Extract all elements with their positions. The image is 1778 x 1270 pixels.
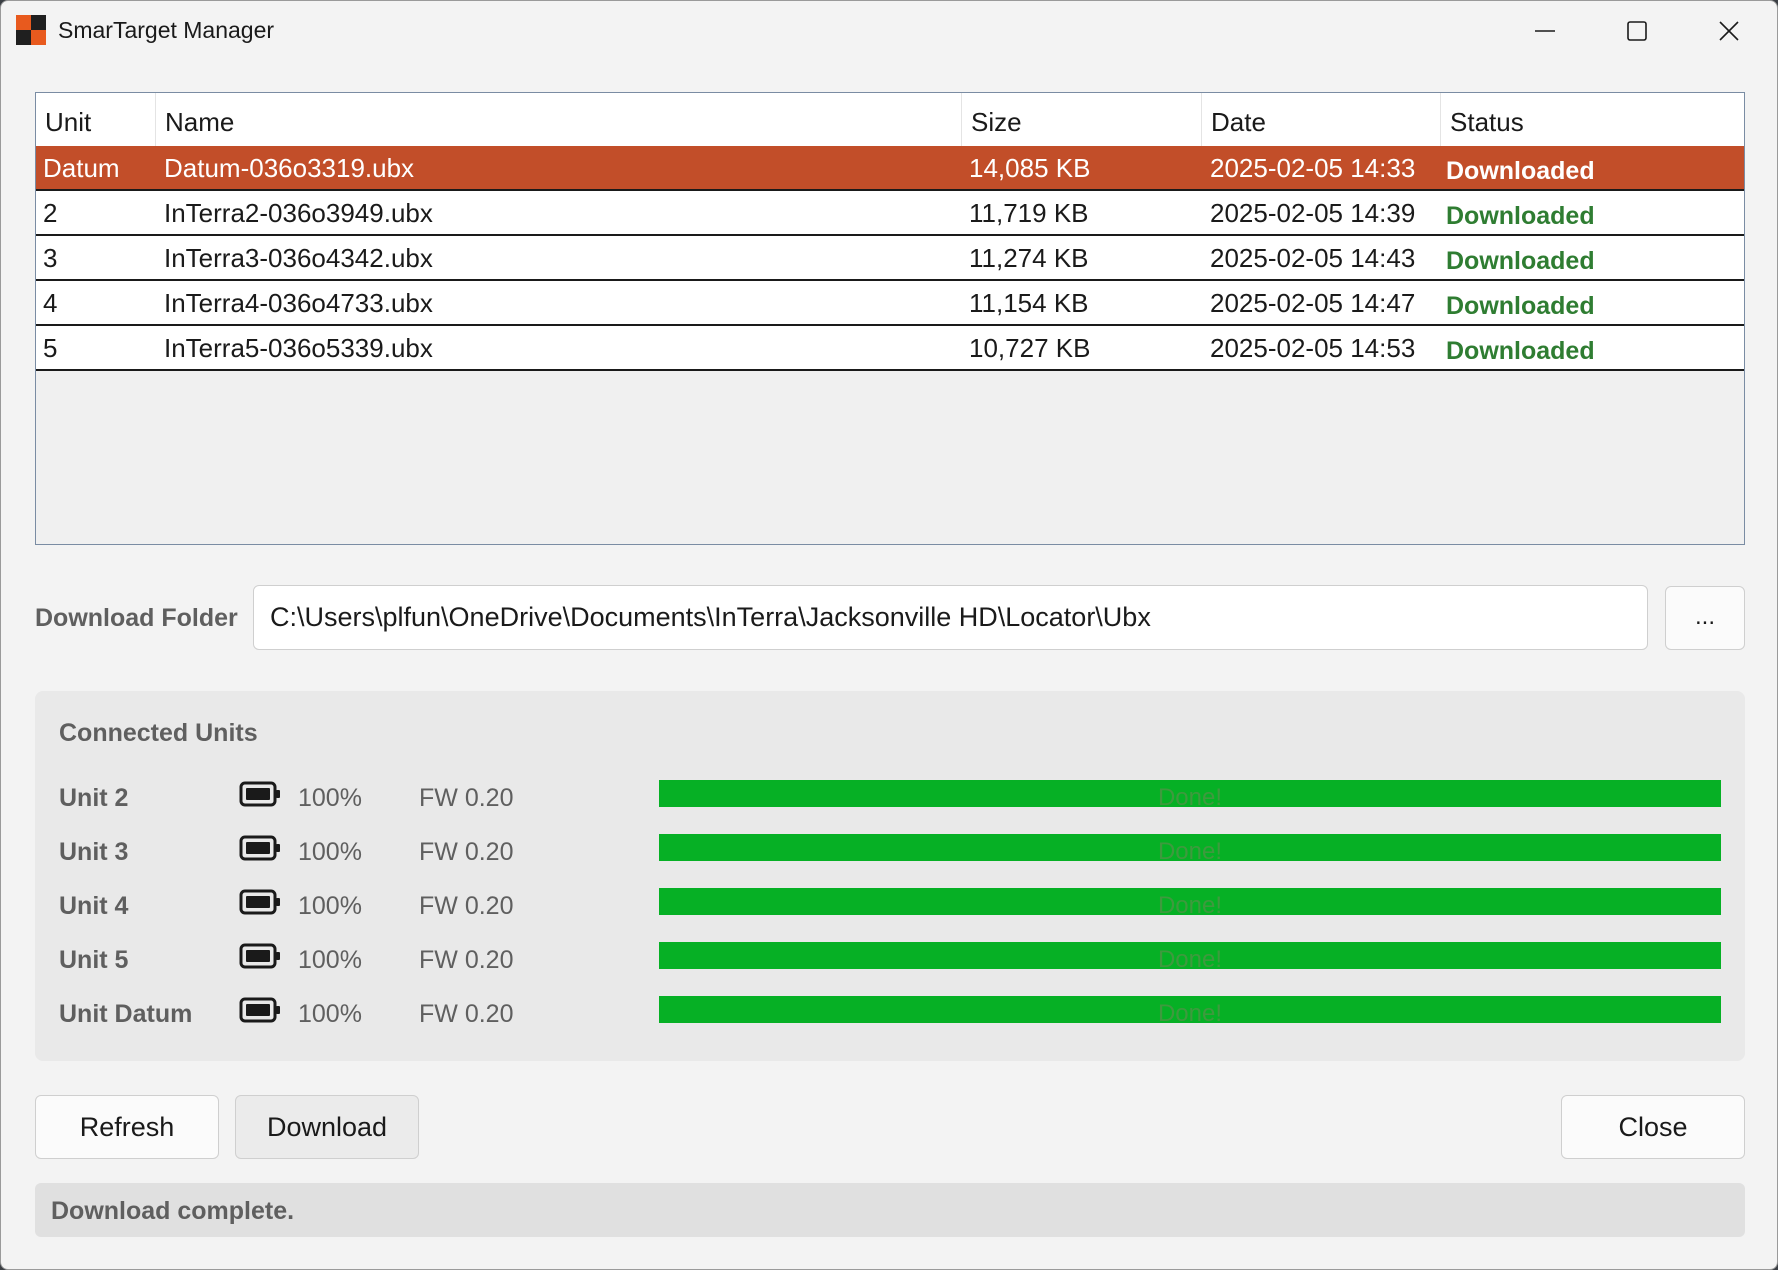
cell-name: InTerra3-036o4342.ubx <box>164 243 433 273</box>
cell-date: 2025-02-05 14:53 <box>1210 333 1416 363</box>
cell-size: 14,085 KB <box>969 153 1091 183</box>
download-progress-bar: Done! <box>659 888 1721 919</box>
download-progress-bar: Done! <box>659 942 1721 973</box>
firmware-version: FW 0.20 <box>419 1000 514 1028</box>
cell-size: 11,719 KB <box>969 198 1089 228</box>
unit-row: Unit Datum 100% FW 0.20 Done! <box>35 996 1745 1036</box>
cell-unit: 3 <box>43 243 58 273</box>
cell-status: Downloaded <box>1446 247 1595 275</box>
cell-name: Datum-036o3319.ubx <box>164 153 415 183</box>
cell-date: 2025-02-05 14:39 <box>1210 198 1416 228</box>
battery-icon <box>239 835 280 861</box>
cell-unit: 2 <box>43 198 58 228</box>
battery-percent: 100% <box>298 946 362 974</box>
battery-percent: 100% <box>298 838 362 866</box>
table-header: Unit Name Size Date Status <box>36 93 1744 147</box>
cell-name: InTerra2-036o3949.ubx <box>164 198 433 228</box>
column-header-status[interactable]: Status <box>1441 93 1744 146</box>
download-folder-label: Download Folder <box>35 604 238 632</box>
cell-name: InTerra5-036o5339.ubx <box>164 333 433 363</box>
unit-row: Unit 5 100% FW 0.20 Done! <box>35 942 1745 982</box>
cell-status: Downloaded <box>1446 292 1595 320</box>
unit-name: Unit Datum <box>59 1000 193 1028</box>
cell-unit: 4 <box>43 288 58 318</box>
cell-status: Downloaded <box>1446 202 1595 230</box>
progress-text: Done! <box>1157 1000 1223 1027</box>
file-table[interactable]: Unit Name Size Date Status Datum Datum-0… <box>35 92 1745 545</box>
column-header-size[interactable]: Size <box>962 93 1202 146</box>
progress-text: Done! <box>1157 784 1223 811</box>
cell-size: 11,274 KB <box>969 243 1089 273</box>
download-button[interactable]: Download <box>235 1095 419 1159</box>
cell-unit: 5 <box>43 333 58 363</box>
cell-date: 2025-02-05 14:47 <box>1210 288 1416 318</box>
firmware-version: FW 0.20 <box>419 946 514 974</box>
table-row[interactable]: 2 InTerra2-036o3949.ubx 11,719 KB 2025-0… <box>36 191 1744 236</box>
browse-folder-button[interactable]: ... <box>1665 586 1745 650</box>
title-bar[interactable]: SmarTarget Manager <box>1 1 1777 61</box>
progress-text: Done! <box>1157 946 1223 973</box>
column-header-name[interactable]: Name <box>156 93 962 146</box>
battery-percent: 100% <box>298 784 362 812</box>
battery-icon <box>239 781 280 807</box>
status-text: Download complete. <box>51 1197 295 1225</box>
table-row[interactable]: 4 InTerra4-036o4733.ubx 11,154 KB 2025-0… <box>36 281 1744 326</box>
cell-size: 11,154 KB <box>969 288 1089 318</box>
maximize-button[interactable] <box>1590 1 1682 61</box>
refresh-button[interactable]: Refresh <box>35 1095 219 1159</box>
battery-percent: 100% <box>298 1000 362 1028</box>
cell-status: Downloaded <box>1446 157 1595 185</box>
firmware-version: FW 0.20 <box>419 838 514 866</box>
maximize-icon <box>1627 21 1647 41</box>
app-window: SmarTarget Manager Unit Name Size Date S… <box>0 0 1778 1270</box>
firmware-version: FW 0.20 <box>419 784 514 812</box>
cell-unit: Datum <box>43 153 120 183</box>
table-row[interactable]: Datum Datum-036o3319.ubx 14,085 KB 2025-… <box>36 146 1744 191</box>
column-header-unit[interactable]: Unit <box>36 93 156 146</box>
battery-icon <box>239 997 280 1023</box>
unit-name: Unit 3 <box>59 838 129 866</box>
battery-icon <box>239 943 280 969</box>
unit-row: Unit 4 100% FW 0.20 Done! <box>35 888 1745 928</box>
battery-percent: 100% <box>298 892 362 920</box>
window-title: SmarTarget Manager <box>58 17 275 43</box>
minimize-button[interactable] <box>1498 1 1590 61</box>
connected-units-panel: Connected Units Unit 2 100% FW 0.20 Done! Un… <box>35 691 1745 1061</box>
app-logo-icon <box>16 15 47 46</box>
cell-status: Downloaded <box>1446 337 1595 365</box>
progress-text: Done! <box>1157 892 1223 919</box>
close-button[interactable]: Close <box>1561 1095 1745 1159</box>
progress-text: Done! <box>1157 838 1223 865</box>
download-progress-bar: Done! <box>659 996 1721 1027</box>
firmware-version: FW 0.20 <box>419 892 514 920</box>
unit-name: Unit 4 <box>59 892 129 920</box>
connected-units-title: Connected Units <box>59 719 258 747</box>
cell-date: 2025-02-05 14:33 <box>1210 153 1416 183</box>
close-icon <box>1719 21 1739 41</box>
download-progress-bar: Done! <box>659 780 1721 811</box>
column-header-date[interactable]: Date <box>1202 93 1441 146</box>
download-folder-input[interactable] <box>253 585 1648 650</box>
table-row[interactable]: 5 InTerra5-036o5339.ubx 10,727 KB 2025-0… <box>36 326 1744 371</box>
battery-icon <box>239 889 280 915</box>
unit-row: Unit 3 100% FW 0.20 Done! <box>35 834 1745 874</box>
window-close-button[interactable] <box>1682 1 1774 61</box>
unit-name: Unit 2 <box>59 784 129 812</box>
cell-size: 10,727 KB <box>969 333 1091 363</box>
table-row[interactable]: 3 InTerra3-036o4342.ubx 11,274 KB 2025-0… <box>36 236 1744 281</box>
download-progress-bar: Done! <box>659 834 1721 865</box>
minimize-icon <box>1535 30 1555 32</box>
cell-name: InTerra4-036o4733.ubx <box>164 288 433 318</box>
unit-name: Unit 5 <box>59 946 129 974</box>
unit-row: Unit 2 100% FW 0.20 Done! <box>35 780 1745 820</box>
cell-date: 2025-02-05 14:43 <box>1210 243 1416 273</box>
status-bar: Download complete. <box>35 1183 1745 1237</box>
